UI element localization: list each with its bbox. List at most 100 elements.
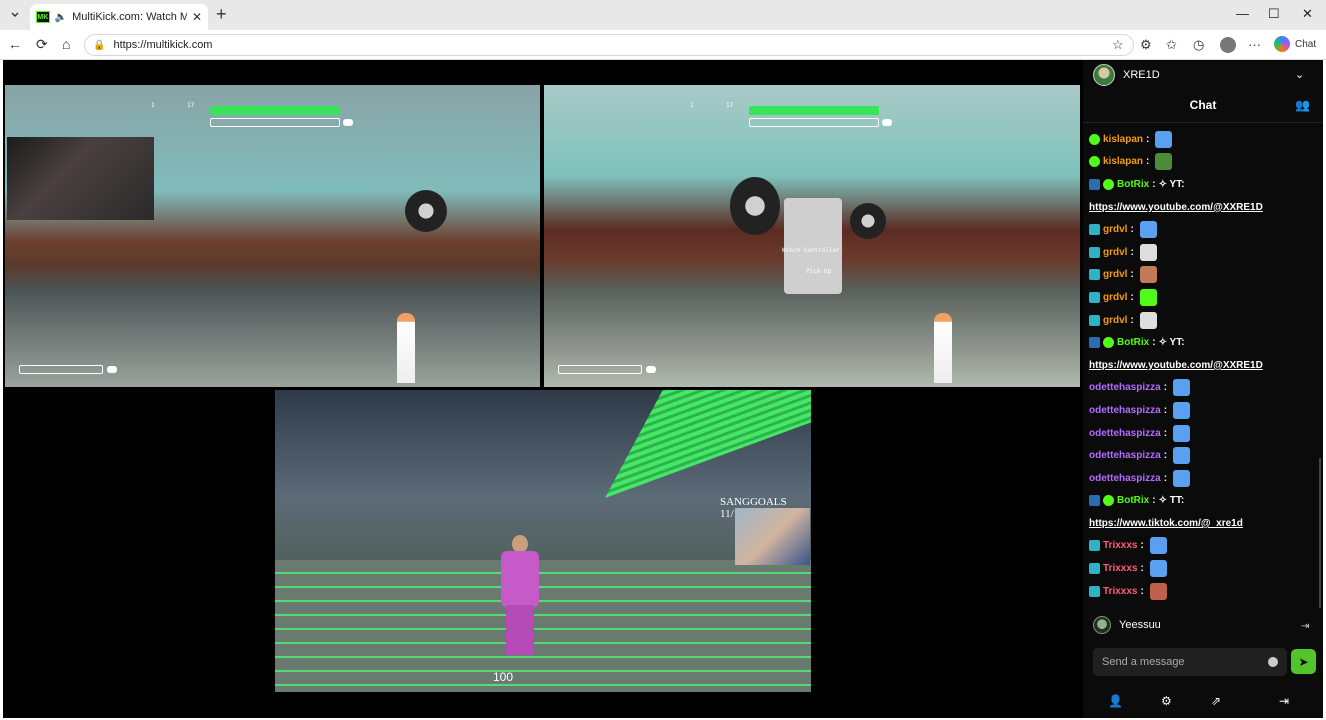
- send-icon: ➤: [1298, 654, 1309, 669]
- chat-emote-icon: [1139, 288, 1157, 306]
- new-tab-icon[interactable]: +: [216, 5, 227, 23]
- chat-username[interactable]: grdvl: [1103, 224, 1127, 235]
- chat-input-box[interactable]: [1093, 648, 1287, 676]
- chat-username[interactable]: odettehaspizza: [1089, 450, 1161, 461]
- chat-username[interactable]: grdvl: [1103, 269, 1127, 280]
- item-bar: [558, 365, 642, 374]
- more-dots-icon: [882, 119, 892, 126]
- chat-username[interactable]: Trixxxs: [1103, 540, 1137, 551]
- favorites-icon[interactable]: ✩: [1166, 37, 1177, 53]
- chat-username[interactable]: Trixxxs: [1103, 586, 1137, 597]
- settings-gear-icon[interactable]: ⚙: [1161, 694, 1172, 708]
- cigarette-item: [934, 313, 952, 383]
- emoji-icon[interactable]: [1268, 657, 1278, 667]
- prompt-action: Pick Up: [806, 268, 832, 275]
- logout-icon[interactable]: ⇥: [1301, 621, 1309, 632]
- chat-colon: :: [1163, 404, 1168, 416]
- chat-colon: :: [1130, 314, 1134, 326]
- chat-colon: :: [1163, 382, 1168, 394]
- chat-username[interactable]: odettehaspizza: [1089, 473, 1161, 484]
- chat-link[interactable]: https://www.youtube.com/@XXRE1D: [1089, 202, 1263, 213]
- more-options-icon[interactable]: ···: [1248, 37, 1261, 52]
- chat-scrollbar[interactable]: [1319, 458, 1321, 608]
- home-icon[interactable]: ⌂: [62, 36, 70, 52]
- chat-divider: [1083, 122, 1323, 123]
- channel-avatar: [1093, 64, 1115, 86]
- chevron-down-icon[interactable]: ⌄: [1295, 68, 1304, 81]
- tab-title: MultiKick.com: Watch Multiple: [72, 11, 187, 23]
- chat-message: https://www.youtube.com/@XXRE1D: [1089, 354, 1319, 377]
- stream-player-2[interactable]: 1 17 Winch Controller Pick Up: [544, 85, 1080, 387]
- chat-messages: kislapan: kislapan: BotRix: ✧ YT: https://ww…: [1089, 128, 1319, 602]
- browser-toolbar: ← ⟳ ⌂ 🔒 https://multikick.com ☆ ⚙ ✩ ◷ ··…: [0, 30, 1326, 60]
- chat-username[interactable]: Trixxxs: [1103, 563, 1137, 574]
- address-bar[interactable]: 🔒 https://multikick.com: [84, 34, 1134, 56]
- copilot-chat-button[interactable]: Chat: [1274, 36, 1316, 52]
- copilot-label: Chat: [1295, 38, 1317, 50]
- favorite-star-icon[interactable]: ☆: [1112, 37, 1124, 53]
- chat-colon: :: [1130, 224, 1134, 236]
- chat-message: https://www.youtube.com/@XXRE1D: [1089, 196, 1319, 219]
- chat-emote-icon: [1173, 469, 1191, 487]
- copilot-icon: [1274, 36, 1290, 52]
- chat-username[interactable]: kislapan: [1103, 156, 1143, 167]
- chat-colon: :: [1152, 178, 1156, 190]
- vehicle-wheel: [405, 190, 447, 232]
- chat-text: ✧ YT:: [1158, 178, 1185, 190]
- hud-stat-b: 17: [726, 102, 734, 109]
- close-tab-icon[interactable]: ✕: [192, 10, 202, 24]
- chat-username[interactable]: kislapan: [1103, 134, 1143, 145]
- send-message-button[interactable]: ➤: [1291, 649, 1316, 674]
- chat-message: grdvl:: [1089, 241, 1319, 264]
- chat-channel-selector[interactable]: XRE1D: [1093, 64, 1160, 86]
- chat-emote-icon: [1139, 311, 1157, 329]
- chat-username[interactable]: BotRix: [1117, 337, 1149, 348]
- chat-username[interactable]: odettehaspizza: [1089, 428, 1161, 439]
- back-icon[interactable]: ←: [8, 36, 22, 52]
- chat-username[interactable]: grdvl: [1103, 247, 1127, 258]
- vehicle-wheel-right: [850, 203, 886, 239]
- extensions-icon[interactable]: ⚙: [1140, 37, 1152, 53]
- chat-username[interactable]: grdvl: [1103, 315, 1127, 326]
- speaker-icon[interactable]: 🔈: [55, 12, 67, 23]
- minimize-icon[interactable]: —: [1236, 6, 1249, 21]
- subscriber-badge-icon: [1089, 224, 1100, 236]
- stream-player-3[interactable]: SANGGOALS 11/15 100: [275, 390, 811, 692]
- history-icon[interactable]: ◷: [1193, 37, 1204, 53]
- add-user-icon[interactable]: 👤: [1108, 694, 1123, 708]
- users-icon[interactable]: 👥: [1295, 98, 1310, 112]
- hud-stat-a: 1: [151, 102, 155, 109]
- chat-username[interactable]: grdvl: [1103, 292, 1127, 303]
- exit-icon[interactable]: ⇥: [1279, 694, 1289, 708]
- stream-player-1[interactable]: 1 17: [5, 85, 540, 387]
- chat-colon: :: [1130, 291, 1134, 303]
- chat-colon: :: [1140, 585, 1144, 597]
- refresh-icon[interactable]: ⟳: [36, 36, 48, 53]
- verified-badge-icon: [1089, 156, 1100, 168]
- maximize-icon[interactable]: ☐: [1268, 6, 1280, 22]
- verified-badge-icon: [1103, 495, 1114, 507]
- chat-link[interactable]: https://www.tiktok.com/@_xre1d: [1089, 518, 1243, 529]
- hud-stat-a: 1: [690, 102, 694, 109]
- chat-message: BotRix: ✧ YT:: [1089, 173, 1319, 196]
- chat-username[interactable]: odettehaspizza: [1089, 405, 1161, 416]
- chat-message: grdvl:: [1089, 264, 1319, 287]
- chat-emote-icon: [1139, 266, 1157, 284]
- share-icon[interactable]: ⇗: [1211, 694, 1221, 708]
- chat-emote-icon: [1149, 582, 1167, 600]
- tab-list-chevron-icon[interactable]: [6, 6, 24, 24]
- chat-emote-icon: [1173, 447, 1191, 465]
- health-bar: [210, 106, 340, 115]
- chat-link[interactable]: https://www.youtube.com/@XXRE1D: [1089, 360, 1263, 371]
- chat-message: Trixxxs:: [1089, 557, 1319, 580]
- player-character: [497, 535, 543, 663]
- subscriber-badge-icon: [1089, 540, 1100, 552]
- chat-username[interactable]: BotRix: [1117, 179, 1149, 190]
- browser-tab[interactable]: MK 🔈 MultiKick.com: Watch Multiple ✕: [30, 4, 208, 30]
- chat-username[interactable]: BotRix: [1117, 495, 1149, 506]
- chat-username[interactable]: odettehaspizza: [1089, 382, 1161, 393]
- chat-message-input[interactable]: [1102, 656, 1252, 668]
- profile-avatar[interactable]: [1220, 37, 1236, 53]
- close-window-icon[interactable]: ✕: [1302, 6, 1313, 22]
- chat-message: odettehaspizza:: [1089, 377, 1319, 400]
